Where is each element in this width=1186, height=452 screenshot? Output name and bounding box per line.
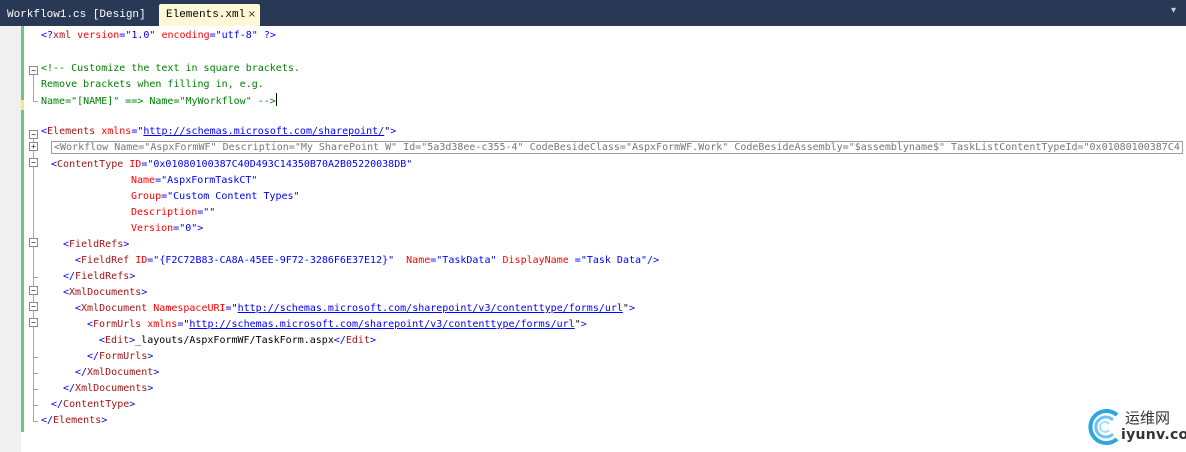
code-line-ct-group: Group="Custom Content Types" bbox=[131, 191, 300, 202]
code-line-xmldocument-close: </XmlDocument> bbox=[75, 367, 160, 378]
collapse-icon[interactable]: − bbox=[29, 318, 38, 327]
code-line-xmldocuments-open: <XmlDocuments> bbox=[63, 287, 148, 298]
watermark-cn: 运维网 bbox=[1125, 409, 1171, 427]
code-editor[interactable]: − − + − − − − − <?xml version="1.0" enco… bbox=[0, 26, 1186, 452]
schema-link[interactable]: http://schemas.microsoft.com/sharepoint/ bbox=[143, 126, 384, 137]
collapse-icon[interactable]: − bbox=[29, 238, 38, 247]
collapse-icon[interactable]: − bbox=[29, 286, 38, 295]
expand-icon[interactable]: + bbox=[29, 142, 38, 151]
code-line-1: <?xml version="1.0" encoding="utf-8" ?> bbox=[41, 30, 276, 41]
code-line-ct-name: Name="AspxFormTaskCT" bbox=[131, 175, 258, 186]
outlining-margin: − − + − − − − − bbox=[26, 26, 40, 452]
code-line-comment-2: Remove brackets when filling in, e.g. bbox=[41, 79, 264, 90]
watermark-en: iyunv.com bbox=[1121, 427, 1186, 443]
code-line-elements-close: </Elements> bbox=[41, 415, 108, 426]
code-line-fieldref: <FieldRef ID="{F2C72B83-CA8A-45EE-9F72-3… bbox=[75, 255, 660, 266]
code-line-edit: <Edit>_layouts/AspxFormWF/TaskForm.aspx<… bbox=[99, 335, 377, 346]
change-tracking-bar bbox=[21, 26, 25, 452]
code-line-xmldocuments-close: </XmlDocuments> bbox=[63, 383, 154, 394]
collapsed-region[interactable]: <Workflow Name="AspxFormWF" Description=… bbox=[51, 141, 1183, 154]
code-line-comment-1: <!-- Customize the text in square bracke… bbox=[41, 63, 300, 74]
code-line-ct-version: Version="0"> bbox=[131, 223, 204, 234]
collapse-icon[interactable]: − bbox=[29, 66, 38, 75]
code-line-fieldrefs-close: </FieldRefs> bbox=[63, 271, 136, 282]
text-cursor bbox=[275, 93, 277, 106]
tab-workflow1-design[interactable]: Workflow1.cs [Design] bbox=[0, 4, 150, 26]
tab-elements-xml[interactable]: Elements.xml × bbox=[159, 4, 260, 26]
chevron-down-icon[interactable]: ▾ bbox=[1171, 5, 1176, 16]
collapse-icon[interactable]: − bbox=[29, 158, 38, 167]
document-tab-bar: Workflow1.cs [Design] Elements.xml × ▾ bbox=[0, 0, 1186, 26]
tab-label: Elements.xml bbox=[166, 9, 246, 21]
tab-label: Workflow1.cs [Design] bbox=[7, 9, 146, 21]
indicator-margin bbox=[0, 26, 21, 452]
close-icon[interactable]: × bbox=[248, 4, 256, 26]
swirl-icon bbox=[1088, 409, 1119, 445]
code-line-ct-description: Description="" bbox=[131, 207, 216, 218]
namespace-link[interactable]: http://schemas.microsoft.com/sharepoint/… bbox=[238, 303, 623, 314]
code-line-fieldrefs-open: <FieldRefs> bbox=[63, 239, 130, 250]
xmlns-link[interactable]: http://schemas.microsoft.com/sharepoint/… bbox=[189, 319, 574, 330]
code-line-formurls-open: <FormUrls xmlns="http://schemas.microsof… bbox=[87, 319, 587, 330]
code-line-xmldocument-open: <XmlDocument NamespaceURI="http://schema… bbox=[75, 303, 635, 314]
code-line-formurls-close: </FormUrls> bbox=[87, 351, 154, 362]
collapse-icon[interactable]: − bbox=[29, 302, 38, 311]
code-line-contenttype-close: </ContentType> bbox=[51, 399, 136, 410]
code-line-comment-3: Name="[NAME]" ==> Name="MyWorkflow" --> bbox=[41, 93, 277, 109]
code-line-workflow-collapsed[interactable]: <Workflow Name="AspxFormWF" Description=… bbox=[51, 140, 1183, 156]
code-line-contenttype: <ContentType ID="0x01080100387C40D493C14… bbox=[51, 159, 413, 170]
collapse-icon[interactable]: − bbox=[29, 130, 38, 139]
code-line-elements-open: <Elements xmlns="http://schemas.microsof… bbox=[41, 126, 397, 137]
watermark-logo: 运维网 iyunv.com bbox=[1083, 405, 1186, 451]
